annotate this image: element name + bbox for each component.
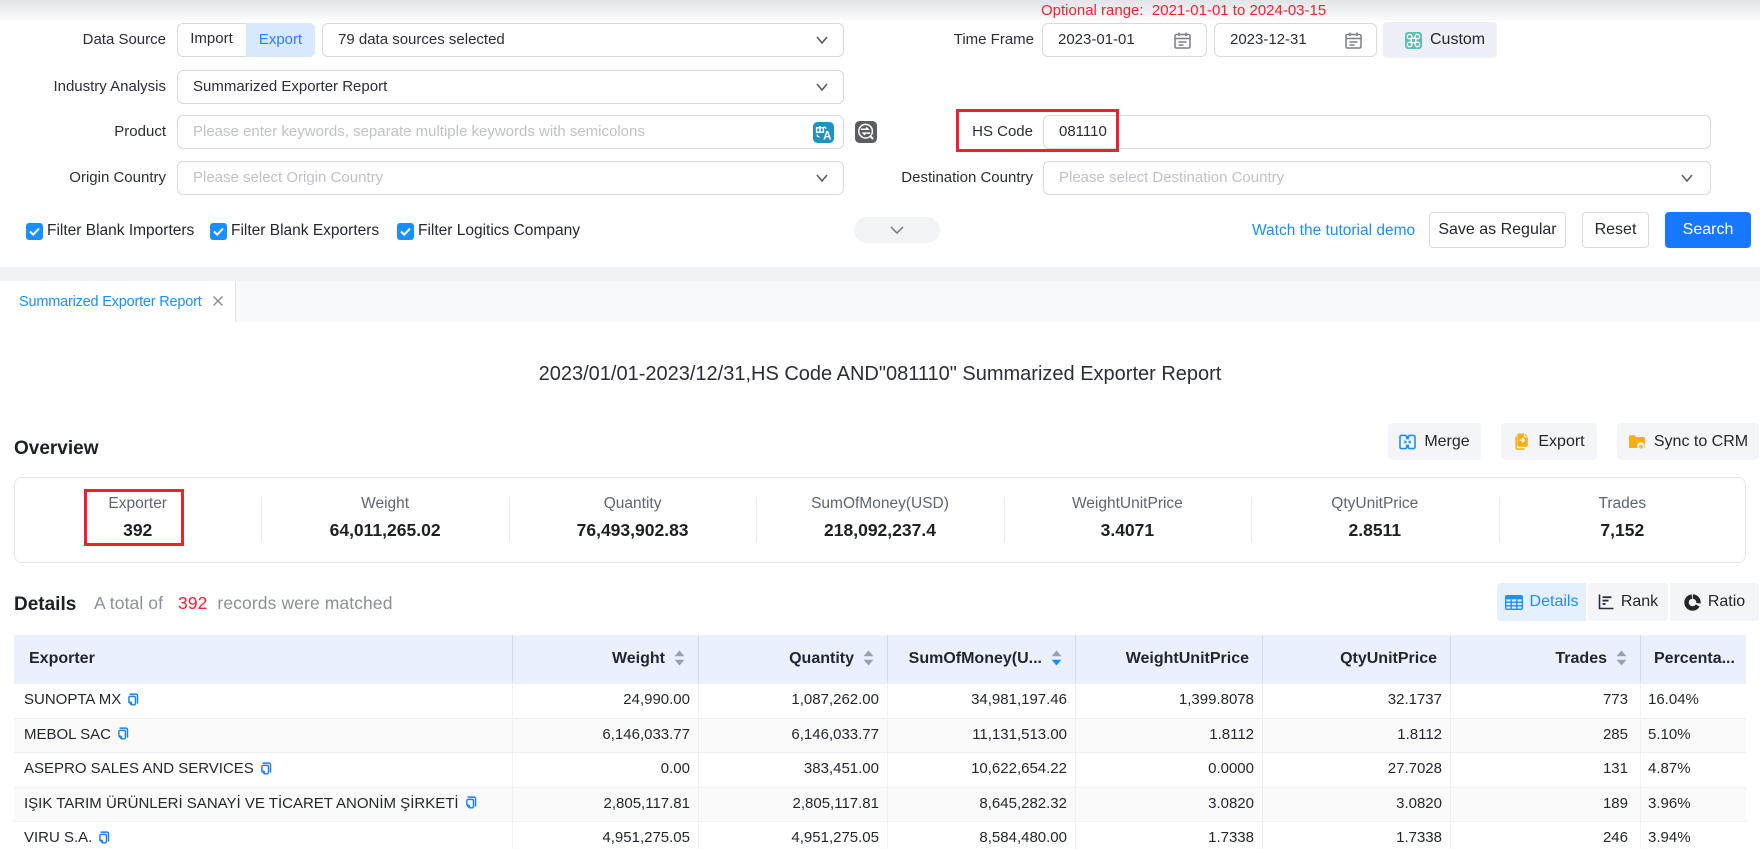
svg-text:A: A — [823, 131, 831, 143]
